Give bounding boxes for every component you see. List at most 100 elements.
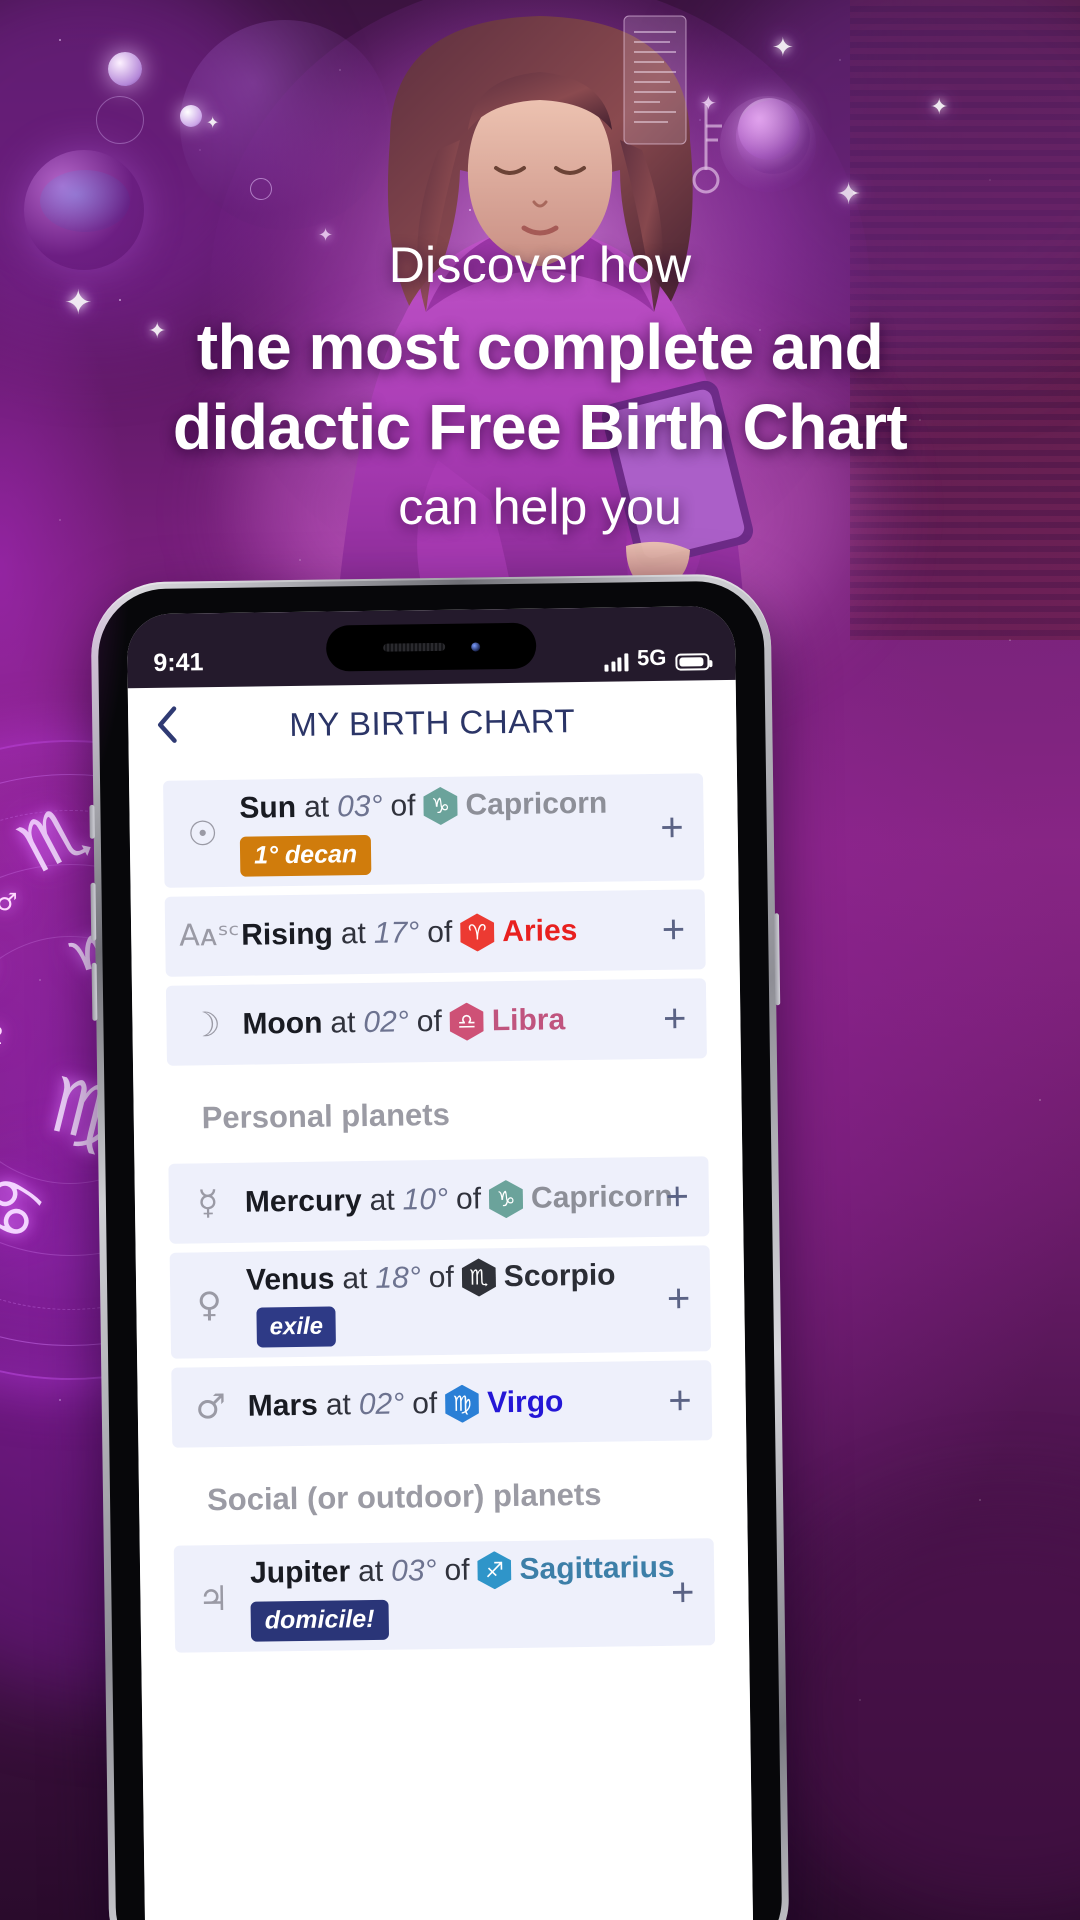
degree-value: 03° <box>390 1554 437 1589</box>
speaker-grille-icon <box>382 642 445 652</box>
at-label: at <box>357 1555 384 1589</box>
zodiac-sign-name: Sagittarius <box>519 1551 675 1587</box>
at-label: at <box>342 1262 368 1296</box>
expand-row-button[interactable]: + <box>667 1277 691 1321</box>
sun-icon: ☉ <box>187 813 219 854</box>
chart-row[interactable]: ♃ Jupiter at 03° of ♐ Sagittarius domicile! + <box>173 1538 716 1653</box>
planet-name: Sun <box>239 791 297 826</box>
planet-name: Moon <box>242 1006 323 1042</box>
dignity-badge-wrap: domicile! <box>250 1586 701 1642</box>
network-label: 5G <box>636 644 667 671</box>
chart-row-text: Jupiter at 03° of ♐ Sagittarius <box>250 1548 700 1592</box>
at-label: at <box>303 790 330 825</box>
moon-icon: ☽ <box>189 1005 221 1046</box>
headline-line-4: can help you <box>398 479 682 535</box>
of-label: of <box>428 1261 455 1295</box>
mercury-icon: ☿ <box>197 1183 219 1224</box>
section-header: Personal planets <box>201 1096 451 1136</box>
jupiter-icon: ♃ <box>197 1578 229 1619</box>
venus-icon: ♀ <box>196 1285 223 1326</box>
promo-headline: Discover how the most complete and didac… <box>0 236 1080 536</box>
chart-row-body: Venus at 18° of ♏ Scorpio exile <box>245 1255 697 1348</box>
zodiac-sign-name: Capricorn <box>465 786 608 822</box>
expand-row-button[interactable]: + <box>668 1378 692 1422</box>
chart-row-body: Mercury at 10° of ♑ Capricorn <box>245 1177 695 1221</box>
chevron-left-icon <box>157 706 177 743</box>
degree-value: 03° <box>336 790 383 824</box>
back-button[interactable] <box>128 705 205 748</box>
chart-row-text: Sun at 03° of ♑ Capricorn <box>239 783 689 827</box>
chart-row[interactable]: ☽ Moon at 02° of ♎ Libra + <box>165 978 707 1066</box>
phone-screen: 9:41 5G MY BIRTH CHART ☉ Sun at 03° of ♑ Capri… <box>126 605 754 1920</box>
phone-mockup: 9:41 5G MY BIRTH CHART ☉ Sun at 03° of ♑ Capri… <box>89 573 790 1920</box>
zodiac-sign-icon: ♐ <box>477 1551 512 1589</box>
planet-name: Rising <box>240 917 334 953</box>
dynamic-island <box>325 622 537 672</box>
dignity-badge: 1° decan <box>239 834 372 877</box>
zodiac-sign-icon: ♏ <box>462 1258 497 1296</box>
planet-name: Venus <box>245 1262 335 1298</box>
dignity-badge: domicile! <box>250 1599 389 1642</box>
chart-row-body: Jupiter at 03° of ♐ Sagittarius domicile! <box>250 1548 701 1642</box>
key-illustration <box>692 104 722 194</box>
mars-icon: ♂ <box>195 1387 227 1428</box>
expand-row-button[interactable]: + <box>661 908 685 952</box>
chart-row[interactable]: ♀ Venus at 18° of ♏ Scorpio exile + <box>169 1245 712 1359</box>
volume-button[interactable] <box>91 962 98 1021</box>
of-label: of <box>427 916 453 950</box>
zodiac-sign-icon: ♎ <box>450 1002 485 1040</box>
chart-row[interactable]: ♂ Mars at 02° of ♍ Virgo + <box>171 1360 713 1448</box>
of-label: of <box>444 1553 470 1588</box>
degree-value: 02° <box>363 1005 410 1040</box>
zodiac-sign-name: Aries <box>502 914 578 949</box>
headline-line-3: didactic Free Birth Chart <box>172 391 908 463</box>
expand-row-button[interactable]: + <box>671 1570 695 1614</box>
status-indicators: 5G <box>604 644 710 672</box>
degree-value: 10° <box>402 1183 449 1217</box>
app-header: MY BIRTH CHART <box>127 679 737 767</box>
page-title: MY BIRTH CHART <box>289 702 576 744</box>
zodiac-sign-icon: ♍ <box>445 1384 480 1422</box>
at-label: at <box>340 917 367 951</box>
expand-row-button[interactable]: + <box>663 997 687 1041</box>
zodiac-sign-name: Capricorn <box>530 1180 673 1216</box>
front-camera-icon <box>470 641 480 652</box>
at-label: at <box>325 1388 352 1422</box>
of-label: of <box>455 1182 482 1217</box>
chart-row-text: Moon at 02° of ♎ Libra <box>242 999 692 1043</box>
chart-row-text: Mercury at 10° of ♑ Capricorn <box>245 1177 695 1221</box>
ascendant-icon: Aᴀˢᶜ <box>178 917 241 954</box>
planet-name: Jupiter <box>249 1555 351 1590</box>
expand-row-button[interactable]: + <box>665 1175 689 1219</box>
volume-button[interactable] <box>90 882 97 941</box>
birth-chart-sections: ☉ Sun at 03° of ♑ Capricorn 1° decan + Aᴀˢᶜ Rising… <box>129 773 749 1653</box>
dignity-badge-wrap: 1° decan <box>239 821 691 877</box>
chart-row[interactable]: ☿ Mercury at 10° of ♑ Capricorn + <box>168 1156 710 1244</box>
at-label: at <box>369 1183 395 1218</box>
headline-line-2: the most complete and <box>196 311 884 383</box>
birth-chart-list[interactable]: ☉ Sun at 03° of ♑ Capricorn 1° decan + Aᴀˢᶜ Rising… <box>128 757 754 1920</box>
zodiac-sign-name: Scorpio <box>503 1258 616 1294</box>
chart-row[interactable]: Aᴀˢᶜ Rising at 17° of ♈ Aries + <box>164 889 706 977</box>
chart-row[interactable]: ☉ Sun at 03° of ♑ Capricorn 1° decan + <box>163 773 705 888</box>
silent-switch[interactable] <box>89 804 95 839</box>
zodiac-sign-icon: ♑ <box>423 787 458 825</box>
dignity-badge: exile <box>256 1306 337 1348</box>
chart-row-body: Moon at 02° of ♎ Libra <box>242 999 692 1043</box>
planet-name: Mars <box>247 1389 319 1423</box>
planet-name: Mercury <box>244 1184 362 1220</box>
degree-value: 02° <box>358 1387 405 1422</box>
chart-row-text: Mars at 02° of ♍ Virgo <box>248 1381 698 1425</box>
chart-row-text: Rising at 17° of ♈ Aries <box>241 910 691 954</box>
chart-row-body: Sun at 03° of ♑ Capricorn 1° decan <box>239 783 691 877</box>
of-label: of <box>416 1005 443 1039</box>
of-label: of <box>390 789 416 823</box>
zodiac-sign-name: Libra <box>491 1003 566 1038</box>
zodiac-sign-icon: ♈ <box>460 913 495 951</box>
degree-value: 18° <box>375 1261 422 1296</box>
expand-row-button[interactable]: + <box>660 805 684 849</box>
zodiac-sign-icon: ♑ <box>489 1180 524 1218</box>
degree-value: 17° <box>373 916 420 951</box>
of-label: of <box>411 1387 438 1421</box>
zodiac-sign-name: Virgo <box>487 1385 564 1420</box>
